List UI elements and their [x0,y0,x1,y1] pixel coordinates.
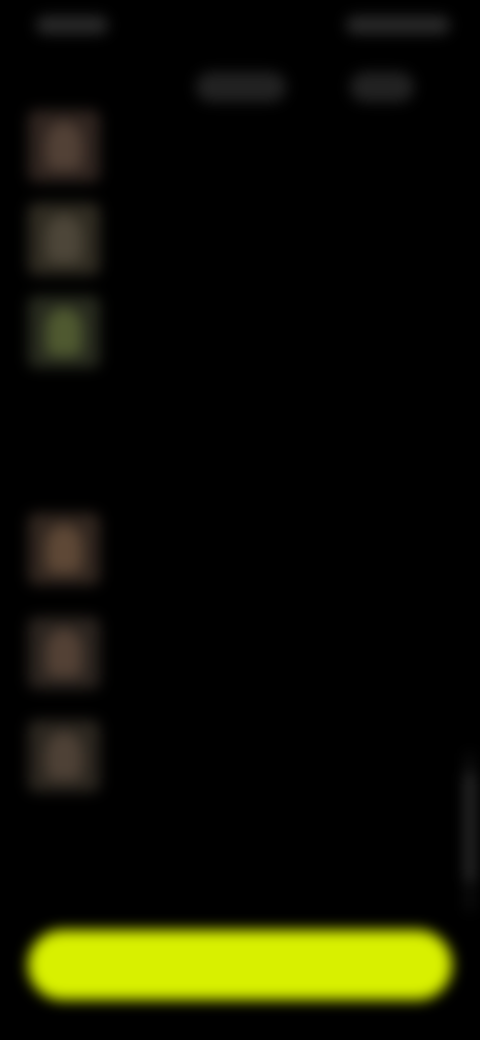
header-control[interactable] [196,72,286,102]
list-item[interactable] [18,286,438,372]
list-item-text [114,722,438,730]
cover-image [28,110,100,182]
list-item[interactable] [18,100,438,186]
list-item[interactable] [18,607,438,693]
list-item-text [114,298,438,306]
list-item[interactable] [18,193,438,279]
list-item[interactable] [18,503,438,589]
list-item[interactable] [18,710,438,796]
list-item-text [114,205,438,213]
list-item-text [114,619,438,627]
cover-image [28,296,100,368]
header-action[interactable] [350,72,414,102]
scrollbar-thumb[interactable] [466,772,474,882]
status-time [36,16,108,34]
list-item-text [114,515,438,523]
cover-image [28,513,100,585]
cover-image [28,720,100,792]
list-item-text [114,112,438,120]
cover-image [28,203,100,275]
scrollbar[interactable] [466,752,474,912]
primary-action-button[interactable] [28,930,452,1000]
status-bar [0,0,480,60]
status-icons [346,16,450,34]
cover-image [28,617,100,689]
